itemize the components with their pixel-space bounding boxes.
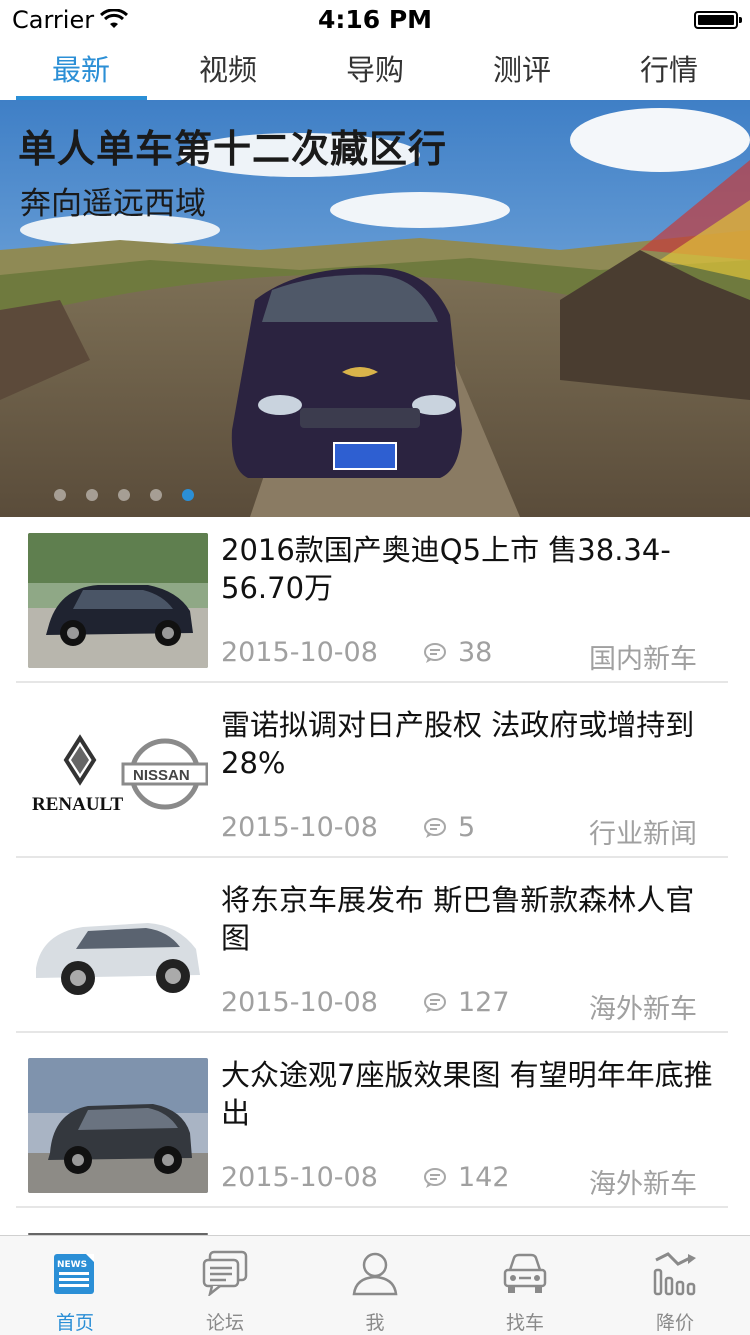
news-title: 2016款国产奥迪Q5上市 售38.34-56.70万	[221, 533, 671, 605]
news-date: 2015-10-08	[221, 1162, 378, 1193]
tab-find-car[interactable]: 找车	[450, 1236, 600, 1335]
divider	[16, 1031, 728, 1033]
tab-price-drop[interactable]: 降价	[600, 1236, 750, 1335]
banner-title: 单人单车第十二次藏区行	[18, 127, 448, 171]
tab-review[interactable]: 测评	[452, 40, 592, 100]
tab-label: 我	[365, 1312, 385, 1334]
news-category: 国内新车	[589, 644, 697, 675]
news-item[interactable]	[16, 1217, 728, 1235]
news-meta: 2015-10-08 142 海外新车	[221, 1162, 721, 1200]
divider	[16, 856, 728, 858]
news-item[interactable]: 大众途观7座版效果图 有望明年年底推出 2015-10-08 142 海外新车	[16, 1042, 728, 1206]
tab-latest[interactable]: 最新	[11, 40, 151, 100]
comment-count: 5	[458, 812, 476, 843]
tab-label: 论坛	[205, 1312, 244, 1334]
tab-label: 降价	[655, 1312, 694, 1334]
page-dot[interactable]	[118, 489, 130, 501]
news-category: 海外新车	[589, 994, 697, 1025]
svg-text:NEWS: NEWS	[57, 1260, 87, 1270]
tab-label: 首页	[55, 1312, 94, 1334]
renault-logo-text: RENAULT	[32, 794, 123, 815]
news-meta: 2015-10-08 127 海外新车	[221, 987, 721, 1025]
tab-video[interactable]: 视频	[158, 40, 298, 100]
price-drop-icon	[653, 1252, 696, 1296]
battery-icon	[694, 11, 742, 29]
news-thumbnail	[28, 883, 208, 1018]
status-bar: Carrier 4:16 PM	[0, 0, 750, 40]
page-dot-active[interactable]	[182, 489, 194, 501]
news-thumbnail: RENAULT NISSAN	[28, 708, 208, 843]
tab-market[interactable]: 行情	[599, 40, 739, 100]
news-list: 2016款国产奥迪Q5上市 售38.34-56.70万 2015-10-08 3…	[0, 517, 750, 1235]
news-category: 海外新车	[589, 1169, 697, 1200]
banner-subtitle: 奔向遥远西域	[20, 186, 206, 222]
featured-banner[interactable]: 单人单车第十二次藏区行 奔向遥远西域	[0, 100, 750, 517]
page-dot[interactable]	[150, 489, 162, 501]
news-meta: 2015-10-08 5 行业新闻	[221, 812, 721, 850]
tab-home[interactable]: NEWS 首页	[0, 1236, 150, 1335]
tab-guide[interactable]: 导购	[305, 40, 445, 100]
news-title: 雷诺拟调对日产股权 法政府或增持到28%	[221, 708, 695, 780]
comment-icon	[424, 818, 446, 838]
news-category: 行业新闻	[589, 819, 697, 850]
category-tabs: 最新 视频 导购 测评 行情	[0, 40, 750, 100]
divider	[16, 1206, 728, 1208]
comment-count: 127	[458, 987, 510, 1018]
chat-icon	[202, 1250, 248, 1296]
car-icon	[503, 1253, 547, 1293]
news-meta: 2015-10-08 38 国内新车	[221, 637, 721, 675]
news-date: 2015-10-08	[221, 987, 378, 1018]
tab-forum[interactable]: 论坛	[150, 1236, 300, 1335]
news-date: 2015-10-08	[221, 637, 378, 668]
bottom-tab-bar: NEWS 首页 论坛 我 找车 降价	[0, 1235, 750, 1335]
news-title: 将东京车展发布 斯巴鲁新款森林人官图	[221, 883, 695, 955]
status-time: 4:16 PM	[317, 5, 433, 34]
comment-icon	[424, 1168, 446, 1188]
news-icon: NEWS	[54, 1254, 94, 1294]
comment-count: 142	[458, 1162, 510, 1193]
news-item[interactable]: RENAULT NISSAN 雷诺拟调对日产股权 法政府或增持到28% 2015…	[16, 692, 728, 856]
news-item[interactable]: 将东京车展发布 斯巴鲁新款森林人官图 2015-10-08 127 海外新车	[16, 867, 728, 1031]
news-thumbnail	[28, 1058, 208, 1193]
page-dot[interactable]	[54, 489, 66, 501]
tab-me[interactable]: 我	[300, 1236, 450, 1335]
nissan-logo-text: NISSAN	[133, 767, 190, 784]
comment-icon	[424, 643, 446, 663]
tab-label: 找车	[505, 1312, 544, 1334]
person-icon	[352, 1252, 398, 1296]
news-date: 2015-10-08	[221, 812, 378, 843]
comment-count: 38	[458, 637, 493, 668]
news-thumbnail	[28, 533, 208, 668]
news-item[interactable]: 2016款国产奥迪Q5上市 售38.34-56.70万 2015-10-08 3…	[16, 517, 728, 681]
comment-icon	[424, 993, 446, 1013]
divider	[16, 681, 728, 683]
news-title: 大众途观7座版效果图 有望明年年底推出	[221, 1058, 713, 1130]
page-dot[interactable]	[86, 489, 98, 501]
